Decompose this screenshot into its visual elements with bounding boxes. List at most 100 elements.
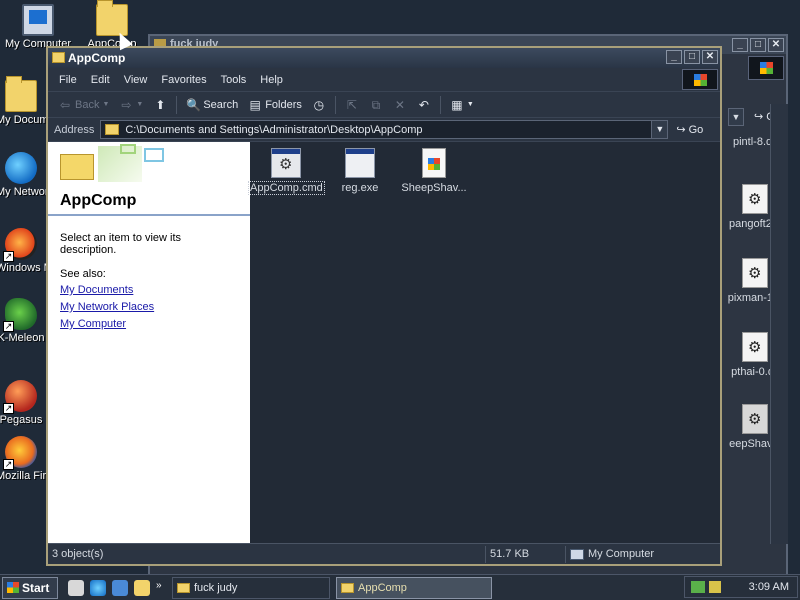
forward-button[interactable]: ⇨ ▼ [115, 96, 147, 114]
search-button[interactable]: 🔍 Search [182, 96, 242, 114]
history-button[interactable]: ◷ [308, 96, 330, 114]
folders-label: Folders [265, 98, 302, 111]
link-my-documents[interactable]: My Documents [60, 284, 238, 296]
desktop-icon-firefox[interactable]: ↗ Mozilla Firefox [0, 436, 46, 482]
window-titlebar[interactable]: AppComp _ □ ✕ [48, 48, 720, 68]
desktop-icon-windows-media-player[interactable]: ↗ Windows Media Player [0, 228, 46, 274]
toolbar-separator [334, 95, 336, 114]
undo-button[interactable]: ↶ [413, 96, 435, 114]
file-item[interactable]: reg.exe [322, 148, 398, 194]
menu-view[interactable]: View [117, 74, 155, 86]
desktop-icon-label: My Documents [0, 114, 46, 126]
minimize-button[interactable]: _ [666, 50, 682, 64]
dll-file-icon [742, 184, 768, 214]
delete-button[interactable]: ✕ [389, 96, 411, 114]
desktop-icon-my-computer[interactable]: My Computer [2, 4, 74, 50]
link-my-network-places[interactable]: My Network Places [60, 301, 238, 313]
background-scrollbar[interactable] [770, 104, 788, 544]
desktop-icon-my-network-places[interactable]: My Network Places [0, 152, 46, 198]
chevron-down-icon: ▼ [466, 101, 474, 108]
desktop-icon-my-documents[interactable]: My Documents [0, 76, 46, 126]
folders-icon: ▤ [249, 97, 261, 112]
folder-shortcut-icon[interactable] [134, 579, 150, 596]
internet-explorer-icon[interactable] [90, 579, 106, 596]
sheepshaver-mac-icon [742, 404, 768, 434]
network-tray-icon[interactable] [691, 581, 705, 593]
up-folder-icon: ⬆ [155, 97, 166, 112]
firefox-icon: ↗ [3, 436, 37, 470]
menu-help[interactable]: Help [253, 74, 290, 86]
chevron-down-icon: ▼ [136, 101, 144, 108]
folders-button[interactable]: ▤ Folders [244, 96, 306, 114]
start-button[interactable]: Start [2, 576, 58, 599]
volume-tray-icon[interactable] [709, 581, 721, 593]
see-also-heading: See also: [60, 268, 106, 280]
folder-icon [52, 52, 65, 63]
desktop-icon-appcomp[interactable]: AppComp [76, 0, 148, 50]
chevron-down-icon: ▼ [102, 101, 110, 108]
k-meleon-icon: ↗ [3, 298, 37, 332]
go-button[interactable]: ↪ Go [676, 123, 704, 137]
link-my-computer[interactable]: My Computer [60, 318, 238, 330]
appcomp-explorer-window[interactable]: AppComp _ □ ✕ File Edit View Favorites T… [46, 46, 722, 566]
chevron-more-icon[interactable]: » [156, 580, 166, 596]
background-address-dropdown[interactable]: ▼ [728, 108, 744, 126]
media-player-icon: ↗ [3, 228, 37, 262]
menu-tools[interactable]: Tools [214, 74, 254, 86]
file-item[interactable]: AppComp.cmd [248, 148, 325, 195]
network-places-icon [5, 152, 37, 184]
maximize-button[interactable]: □ [684, 50, 700, 64]
copy-to-button[interactable]: ⧉ [365, 96, 387, 114]
file-item[interactable]: SheepShav... [396, 148, 472, 194]
back-button[interactable]: ⇦ Back ▼ [54, 96, 113, 114]
up-folder-button[interactable]: ⬆ [149, 96, 171, 114]
my-computer-icon [22, 4, 54, 36]
menu-bar: File Edit View Favorites Tools Help [48, 68, 720, 92]
task-label: fuck judy [194, 581, 238, 594]
toolbar-separator [176, 95, 178, 114]
windows-logo-icon [682, 69, 718, 90]
dll-file-icon [742, 258, 768, 288]
desktop-icon-k-meleon[interactable]: ↗ K-Meleon [0, 298, 46, 344]
folder-icon [105, 124, 120, 135]
file-label: SheepShav... [401, 182, 467, 194]
show-desktop-icon[interactable] [68, 579, 84, 596]
go-arrow-icon: ↪ [676, 124, 686, 136]
views-button[interactable]: ▦ ▼ [446, 96, 478, 114]
file-list[interactable]: AppComp.cmd reg.exe SheepShav... [248, 142, 720, 543]
decorative-square [144, 148, 164, 162]
file-label: AppComp.cmd [248, 181, 325, 195]
maximize-button[interactable]: □ [750, 38, 766, 52]
move-to-button[interactable]: ⇱ [341, 96, 363, 114]
task-pane-header: AppComp [48, 142, 250, 216]
back-arrow-icon: ⇦ [59, 97, 71, 112]
status-location: My Computer [566, 546, 716, 563]
minimize-button[interactable]: _ [732, 38, 748, 52]
my-documents-icon [5, 76, 37, 112]
address-dropdown-button[interactable]: ▼ [651, 121, 668, 138]
folder-icon [177, 582, 190, 593]
taskbar-item-appcomp[interactable]: AppComp [336, 576, 492, 599]
task-label: AppComp [358, 581, 407, 594]
go-label: Go [688, 123, 704, 136]
taskbar-item-fuck-judy[interactable]: fuck judy [172, 576, 330, 599]
system-tray: 3:09 AM [684, 576, 798, 598]
menu-file[interactable]: File [52, 74, 84, 86]
outlook-express-icon[interactable] [112, 579, 128, 596]
status-size: 51.7 KB [486, 545, 566, 563]
menu-edit[interactable]: Edit [84, 74, 117, 86]
close-button[interactable]: ✕ [768, 38, 784, 52]
window-content: AppComp Select an item to view its descr… [48, 142, 720, 543]
toolbar-separator [439, 95, 441, 114]
standard-toolbar: ⇦ Back ▼ ⇨ ▼ ⬆ 🔍 Search ▤ Folders ◷ ⇱ ⧉ … [48, 92, 720, 118]
desktop-icon-pegasus[interactable]: ↗ Pegasus [0, 380, 46, 426]
menu-favorites[interactable]: Favorites [154, 74, 213, 86]
task-pane: AppComp Select an item to view its descr… [48, 142, 250, 543]
desktop-icon-label: Windows Media Player [0, 262, 46, 274]
clock[interactable]: 3:09 AM [749, 581, 789, 593]
close-button[interactable]: ✕ [702, 50, 718, 64]
status-object-count: 3 object(s) [48, 545, 486, 563]
shortcut-arrow-icon: ↗ [3, 403, 14, 414]
status-location-label: My Computer [588, 547, 655, 560]
address-input[interactable]: C:\Documents and Settings\Administrator\… [100, 120, 669, 139]
